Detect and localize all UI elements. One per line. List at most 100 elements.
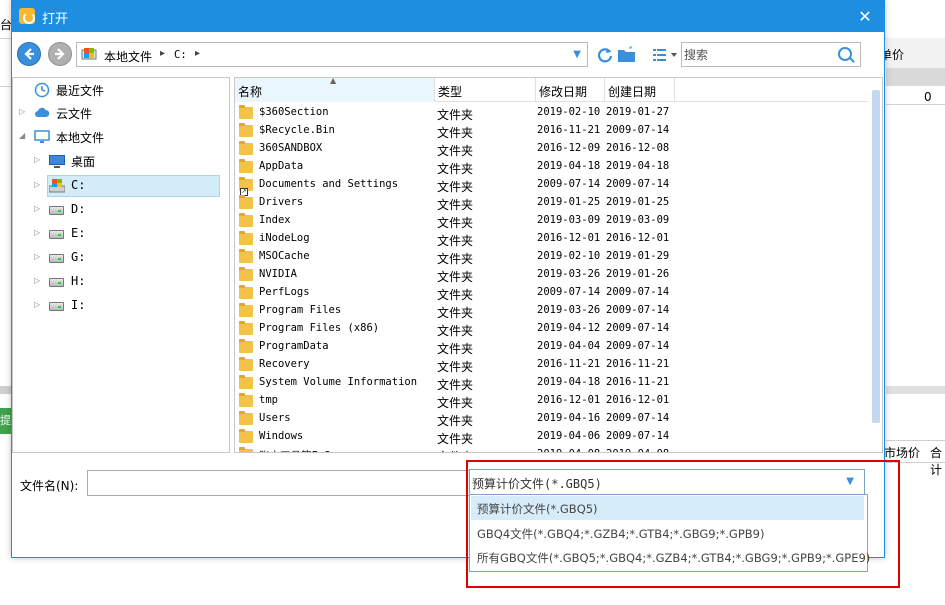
file-name: Program Files (x86): [259, 322, 380, 334]
table-row[interactable]: $Recycle.Bin 文件夹 2016-11-21 2009-07-14: [235, 123, 869, 141]
arrow-left-icon: [24, 48, 34, 60]
expand-icon[interactable]: ▷: [34, 300, 40, 309]
file-modified-date: 2019-04-18: [537, 376, 601, 388]
file-modified-date: 2019-03-26: [537, 268, 601, 280]
chevron-right-icon[interactable]: ▸: [160, 48, 165, 59]
column-header-type[interactable]: 类型: [435, 78, 536, 102]
file-name: Windows: [259, 430, 304, 442]
tree-item-drive-i[interactable]: ▷ I:: [13, 295, 229, 317]
file-type: 文件夹: [437, 432, 474, 446]
cloud-icon: [35, 107, 50, 117]
tree-item-drive-e[interactable]: ▷ E:: [13, 223, 229, 245]
table-row[interactable]: System Volume Information 文件夹 2019-04-18 20…: [235, 375, 869, 393]
table-row[interactable]: ProgramData 文件夹 2019-04-04 2009-07-14: [235, 339, 869, 357]
address-bar[interactable]: 本地文件 ▸ C: ▸ ▼: [76, 42, 588, 67]
chevron-down-icon[interactable]: ▼: [573, 49, 581, 60]
file-type: 文件夹: [437, 448, 473, 452]
vertical-scrollbar[interactable]: [868, 78, 882, 452]
bg-green-button[interactable]: 提: [0, 408, 11, 434]
table-row[interactable]: 360SANDBOX 文件夹 2016-12-09 2016-12-08: [235, 141, 869, 159]
new-folder-button[interactable]: [617, 46, 637, 64]
file-name: Documents and Settings: [259, 178, 399, 190]
file-created-date: 2009-07-14: [606, 322, 670, 334]
table-row[interactable]: Program Files 文件夹 2019-03-26 2009-07-14: [235, 303, 869, 321]
tree-item-local-files[interactable]: ◢ 本地文件: [13, 126, 229, 148]
folder-icon: [239, 393, 253, 407]
table-row[interactable]: Recovery 文件夹 2016-11-21 2016-11-21: [235, 357, 869, 375]
tree-item-cloud[interactable]: ▷ 云文件: [13, 102, 229, 124]
filename-input[interactable]: [87, 470, 476, 496]
table-row[interactable]: iNodeLog 文件夹 2016-12-01 2016-12-01: [235, 231, 869, 249]
file-modified-date: 2019-01-25: [537, 196, 601, 208]
folder-icon: [239, 321, 253, 335]
table-row[interactable]: ↗ Documents and Settings 文件夹 2009-07-14 2009…: [235, 177, 869, 196]
column-header-modified[interactable]: 修改日期: [536, 78, 605, 102]
file-created-date: 2009-07-14: [606, 286, 670, 298]
table-row[interactable]: $360Section 文件夹 2019-02-10 2019-01-27: [235, 105, 869, 123]
dialog-titlebar[interactable]: 打开 ✕: [12, 1, 884, 32]
breadcrumb-drive[interactable]: C:: [174, 49, 187, 61]
file-name: System Volume Information: [259, 376, 418, 388]
tree-item-drive-h[interactable]: ▷ H:: [13, 271, 229, 293]
forward-button[interactable]: [48, 42, 72, 66]
search-icon[interactable]: [838, 47, 852, 61]
refresh-button[interactable]: [595, 45, 615, 65]
column-header-label: 类型: [438, 85, 463, 99]
tree-item-drive-g[interactable]: ▷ G:: [13, 247, 229, 269]
search-input[interactable]: [684, 46, 824, 64]
file-type: 文件夹: [437, 306, 474, 320]
table-row[interactable]: Windows 文件夹 2019-04-06 2009-07-14: [235, 429, 869, 447]
file-type: 文件夹: [437, 234, 474, 248]
file-name: PerfLogs: [259, 286, 310, 298]
file-created-date: 2019-01-26: [606, 268, 670, 280]
table-row[interactable]: PerfLogs 文件夹 2009-07-14 2009-07-14: [235, 285, 869, 303]
column-header-name[interactable]: ▲ 名称: [235, 78, 435, 102]
collapse-icon[interactable]: ◢: [19, 131, 25, 140]
back-button[interactable]: [17, 42, 41, 66]
expand-icon[interactable]: ▷: [34, 155, 40, 164]
tree-item-recent[interactable]: 最近文件: [13, 79, 229, 101]
dialog-title: 打开: [42, 12, 69, 27]
bg-splitter: [0, 386, 11, 394]
table-row[interactable]: Index 文件夹 2019-03-09 2019-03-09: [235, 213, 869, 231]
navigation-tree: 最近文件 ▷ 云文件 ◢ 本地文件 ▷ 桌面 ▷ C: ▷ D: ▷ E: ▷ …: [12, 77, 230, 453]
table-row[interactable]: 账小工具箱FoS 文件夹 2019-04-08 2019-04-08: [235, 447, 869, 452]
table-row[interactable]: Drivers 文件夹 2019-01-25 2019-01-25: [235, 195, 869, 213]
expand-icon[interactable]: ▷: [34, 204, 40, 213]
search-box: [681, 42, 861, 67]
tree-item-drive-d[interactable]: ▷ D:: [13, 199, 229, 221]
file-name: AppData: [259, 160, 304, 172]
tree-item-desktop[interactable]: ▷ 桌面: [13, 150, 229, 172]
file-type: 文件夹: [437, 414, 474, 428]
chevron-right-icon[interactable]: ▸: [195, 48, 200, 59]
column-header-created[interactable]: 创建日期: [605, 78, 675, 102]
tree-item-drive-c[interactable]: ▷ C:: [13, 175, 229, 197]
tree-label: C:: [71, 178, 86, 192]
tree-label: H:: [71, 274, 86, 288]
expand-icon[interactable]: ▷: [34, 276, 40, 285]
view-options-button[interactable]: [652, 47, 680, 63]
table-row[interactable]: Users 文件夹 2019-04-16 2009-07-14: [235, 411, 869, 429]
expand-icon[interactable]: ▷: [34, 228, 40, 237]
table-row[interactable]: NVIDIA 文件夹 2019-03-26 2019-01-26: [235, 267, 869, 285]
scrollbar-thumb[interactable]: [872, 90, 880, 423]
file-modified-date: 2016-11-21: [537, 358, 601, 370]
file-modified-date: 2019-04-04: [537, 340, 601, 352]
column-header-label: 创建日期: [608, 85, 657, 99]
file-name: Recovery: [259, 358, 310, 370]
close-button[interactable]: ✕: [854, 6, 876, 28]
expand-icon[interactable]: ▷: [19, 107, 25, 116]
file-modified-date: 2009-07-14: [537, 286, 601, 298]
table-row[interactable]: tmp 文件夹 2016-12-01 2016-12-01: [235, 393, 869, 411]
file-created-date: 2009-07-14: [606, 430, 670, 442]
file-name: $Recycle.Bin: [259, 124, 335, 136]
file-modified-date: 2019-04-06: [537, 430, 601, 442]
table-row[interactable]: MSOCache 文件夹 2019-02-10 2019-01-29: [235, 249, 869, 267]
table-row[interactable]: Program Files (x86) 文件夹 2019-04-12 2009-07-…: [235, 321, 869, 339]
file-modified-date: 2019-04-16: [537, 412, 601, 424]
expand-icon[interactable]: ▷: [34, 180, 40, 189]
folder-icon: [239, 339, 253, 353]
table-row[interactable]: AppData 文件夹 2019-04-18 2019-04-18: [235, 159, 869, 177]
breadcrumb-local-files[interactable]: 本地文件: [104, 48, 152, 65]
expand-icon[interactable]: ▷: [34, 252, 40, 261]
